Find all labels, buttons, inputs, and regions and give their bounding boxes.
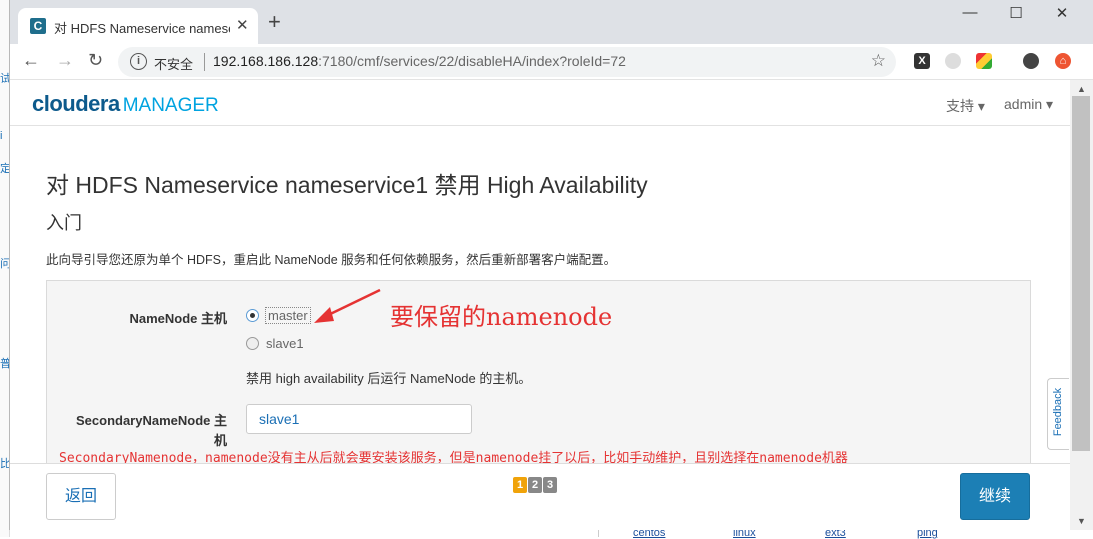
annotation-keep-namenode: 要保留的namenode [390, 303, 613, 331]
browser-window: C 对 HDFS Nameservice namese ✕ + — ☐ ✕ ← … [9, 0, 1093, 530]
url-path: :7180/cmf/services/22/disableHA/index?ro… [318, 53, 626, 69]
extension-circle-icon[interactable] [945, 53, 961, 69]
scroll-thumb[interactable] [1072, 96, 1090, 451]
reload-icon[interactable]: ↻ [88, 50, 103, 71]
address-bar[interactable]: i 不安全 192.168.186.128:7180/cmf/services/… [118, 47, 896, 77]
url-host: 192.168.186.128 [213, 53, 319, 69]
secondary-namenode-label-line1: SecondaryNameNode 主 [76, 413, 227, 428]
step-pager: 123 [513, 475, 558, 493]
namenode-option-master[interactable]: master [246, 307, 311, 324]
profile-avatar-icon[interactable] [1023, 53, 1039, 69]
minimize-icon[interactable]: — [947, 4, 993, 21]
scroll-up-icon[interactable]: ▲ [1077, 84, 1086, 94]
close-window-icon[interactable]: ✕ [1039, 4, 1085, 22]
bookmark-star-icon[interactable]: ☆ [871, 51, 886, 71]
continue-button[interactable]: 继续 [960, 473, 1030, 520]
extension-x-icon[interactable]: X [914, 53, 930, 69]
radio-button-checked[interactable] [246, 309, 259, 322]
page-scrollbar[interactable]: ▲ ▼ [1070, 80, 1093, 530]
back-arrow-icon[interactable]: ← [22, 50, 40, 71]
secondary-namenode-host-field[interactable]: slave1 [246, 404, 472, 434]
scroll-down-icon[interactable]: ▼ [1077, 516, 1086, 526]
url-text[interactable]: 192.168.186.128:7180/cmf/services/22/dis… [213, 53, 626, 69]
forward-arrow-icon[interactable]: → [56, 50, 74, 71]
new-tab-icon[interactable]: + [268, 11, 281, 33]
feedback-tab[interactable]: Feedback [1047, 378, 1069, 450]
close-tab-icon[interactable]: ✕ [236, 16, 249, 34]
browser-toolbar: ← → ↻ i 不安全 192.168.186.128:7180/cmf/ser… [10, 44, 1093, 80]
secondary-namenode-label: SecondaryNameNode 主 机 [57, 411, 227, 451]
logo-brand: cloudera [32, 91, 120, 116]
radio-label[interactable]: master [265, 307, 311, 324]
radio-button[interactable] [246, 337, 259, 350]
browser-tab[interactable]: C 对 HDFS Nameservice namese ✕ [18, 8, 258, 44]
namenode-host-label: NameNode 主机 [129, 311, 227, 326]
back-button[interactable]: 返回 [46, 473, 116, 520]
step-indicator-1: 1 [513, 477, 527, 493]
cloudera-header: cloudera MANAGER 支持 ▾ admin ▾ [10, 80, 1070, 126]
cloudera-favicon-icon: C [30, 18, 46, 34]
step-indicator-2: 2 [528, 477, 542, 493]
step-indicator-3: 3 [543, 477, 557, 493]
step-title: 入门 [46, 213, 82, 233]
extension-color-icon[interactable] [976, 53, 992, 69]
feedback-label[interactable]: Feedback [1052, 382, 1064, 442]
security-label[interactable]: 不安全 [154, 54, 193, 73]
info-icon[interactable]: i [130, 53, 147, 70]
wizard-footer: 返回 123 继续 [10, 463, 1070, 530]
annotation-arrow-icon [314, 288, 381, 323]
wizard-description: 此向导引导您还原为单个 HDFS，重启此 NameNode 服务和任何依赖服务，… [46, 253, 617, 267]
page-viewport: cloudera MANAGER 支持 ▾ admin ▾ 对 HDFS Name… [10, 80, 1070, 530]
namenode-help-text: 禁用 high availability 后运行 NameNode 的主机。 [246, 371, 532, 386]
extension-red-icon[interactable]: ⌂ [1055, 53, 1071, 69]
divider [204, 53, 205, 71]
logo-product: MANAGER [122, 95, 219, 116]
radio-label[interactable]: slave1 [266, 336, 304, 351]
page-title: 对 HDFS Nameservice nameservice1 禁用 High … [46, 172, 648, 198]
admin-menu[interactable]: admin ▾ [1004, 96, 1053, 113]
cloudera-manager-logo[interactable]: cloudera MANAGER [32, 91, 219, 117]
tab-strip: C 对 HDFS Nameservice namese ✕ + — ☐ ✕ [10, 0, 1093, 44]
namenode-option-slave1[interactable]: slave1 [246, 336, 304, 351]
tab-title: 对 HDFS Nameservice namese [54, 21, 230, 36]
support-menu[interactable]: 支持 ▾ [946, 96, 985, 116]
maximize-icon[interactable]: ☐ [993, 4, 1039, 22]
